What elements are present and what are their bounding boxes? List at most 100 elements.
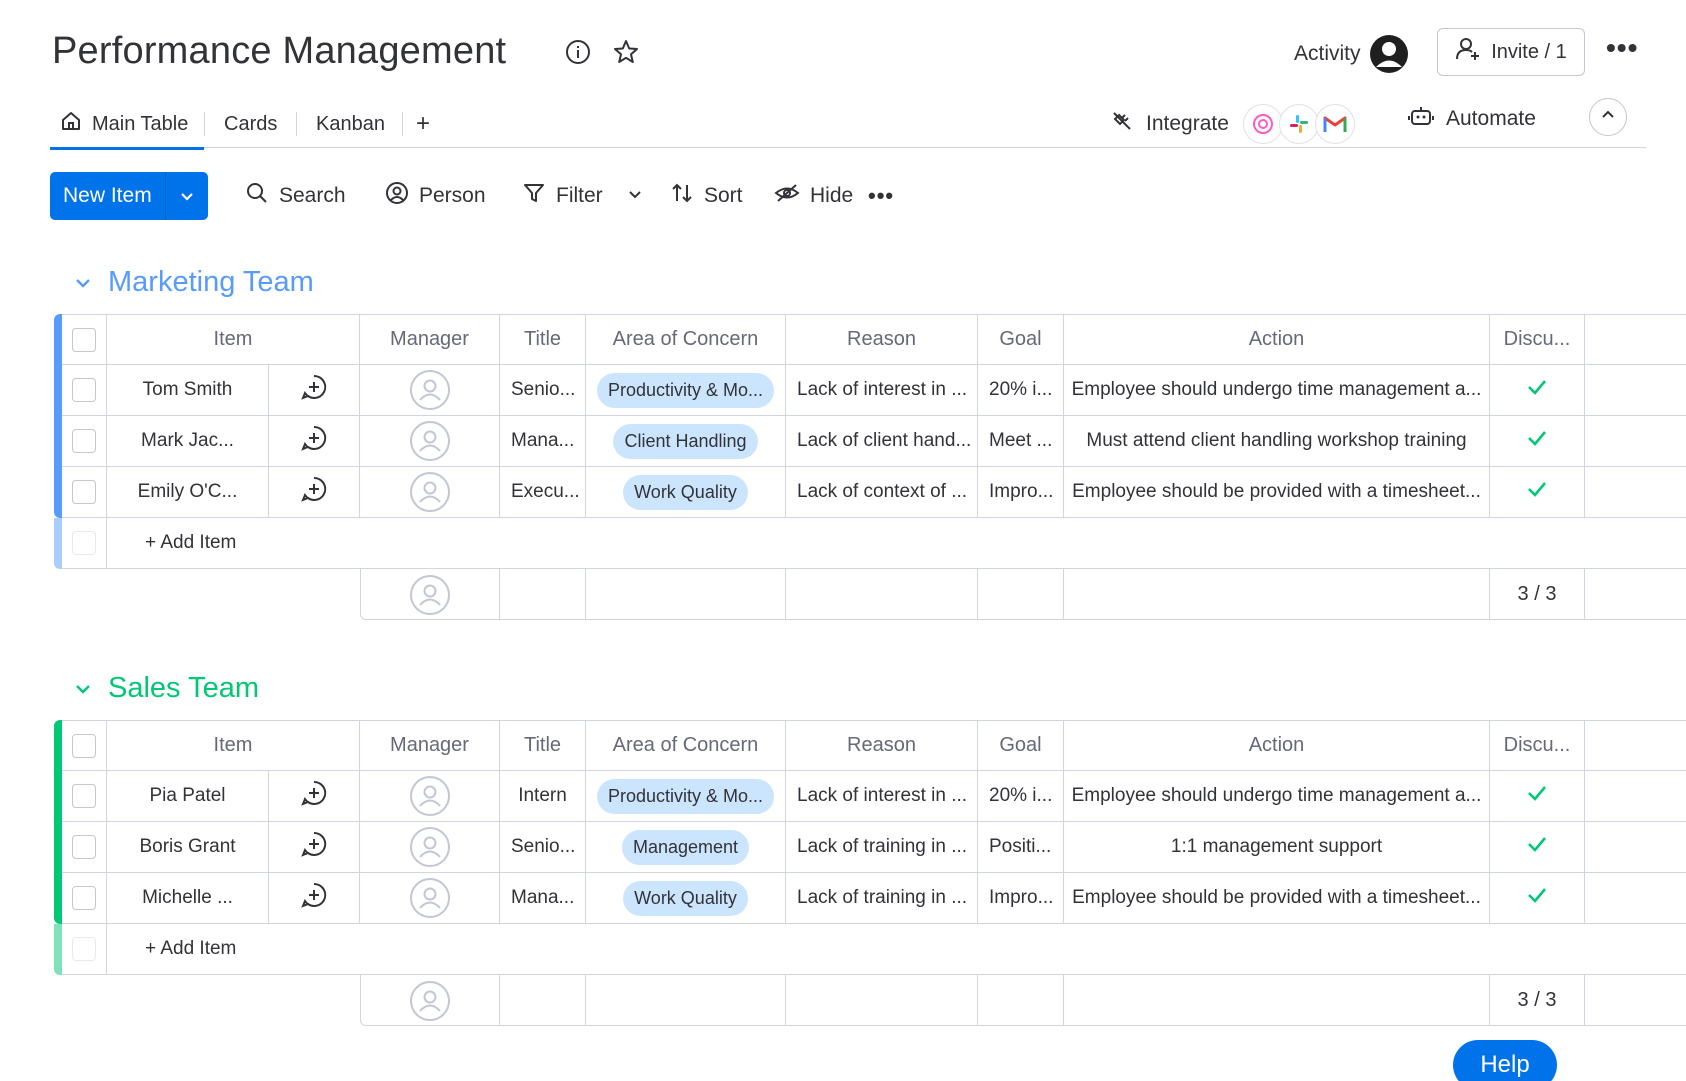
column-header[interactable]: Reason — [786, 314, 978, 365]
row-select-cell[interactable] — [62, 822, 107, 873]
row-select-cell[interactable] — [62, 771, 107, 822]
goal-cell[interactable]: Impro... — [978, 873, 1064, 924]
person-filter-button[interactable]: Person — [385, 172, 486, 220]
area-cell[interactable]: Management — [586, 822, 786, 873]
add-item-row[interactable]: + Add Item — [107, 518, 1686, 569]
manager-cell[interactable] — [360, 467, 500, 518]
goal-cell[interactable]: Meet ... — [978, 416, 1064, 467]
action-cell[interactable]: Employee should be provided with a times… — [1064, 873, 1490, 924]
area-cell[interactable]: Client Handling — [586, 416, 786, 467]
discussed-cell[interactable] — [1490, 771, 1585, 822]
column-header-item[interactable]: Item — [107, 720, 360, 771]
sort-button[interactable]: Sort — [670, 172, 743, 220]
item-name-cell[interactable]: Boris Grant — [107, 822, 269, 873]
action-cell[interactable]: Employee should undergo time management … — [1064, 365, 1490, 416]
row-checkbox[interactable] — [72, 378, 96, 402]
manager-cell[interactable] — [360, 771, 500, 822]
add-update-icon[interactable] — [300, 424, 328, 458]
title-cell[interactable]: Execu... — [500, 467, 586, 518]
person-placeholder-icon[interactable] — [409, 878, 450, 918]
item-updates-cell[interactable] — [269, 771, 360, 822]
person-placeholder-icon[interactable] — [409, 421, 450, 461]
title-cell[interactable]: Mana... — [500, 416, 586, 467]
reason-cell[interactable]: Lack of context of ... — [786, 467, 978, 518]
discussed-cell[interactable] — [1490, 467, 1585, 518]
column-header[interactable]: Reason — [786, 720, 978, 771]
tab-main-table[interactable]: Main Table — [50, 100, 204, 150]
reason-cell[interactable]: Lack of interest in ... — [786, 365, 978, 416]
invite-button[interactable]: Invite / 1 — [1437, 28, 1585, 76]
column-header[interactable]: Action — [1064, 314, 1490, 365]
area-cell[interactable]: Productivity & Mo... — [586, 771, 786, 822]
select-all-cell[interactable] — [62, 314, 107, 365]
title-cell[interactable]: Intern — [500, 771, 586, 822]
row-select-cell[interactable] — [62, 365, 107, 416]
more-toolbar-icon[interactable]: ••• — [868, 172, 894, 220]
column-header[interactable]: Goal — [978, 720, 1064, 771]
column-header[interactable]: Area of Concern — [586, 314, 786, 365]
column-header[interactable]: Goal — [978, 314, 1064, 365]
discussed-cell[interactable] — [1490, 365, 1585, 416]
hide-button[interactable]: Hide — [774, 172, 853, 220]
action-cell[interactable]: Employee should undergo time management … — [1064, 771, 1490, 822]
discussed-cell[interactable] — [1490, 416, 1585, 467]
row-checkbox[interactable] — [72, 784, 96, 808]
area-cell[interactable]: Work Quality — [586, 873, 786, 924]
person-placeholder-icon[interactable] — [409, 776, 450, 816]
row-checkbox[interactable] — [72, 429, 96, 453]
reason-cell[interactable]: Lack of training in ... — [786, 822, 978, 873]
collapse-header-button[interactable] — [1589, 98, 1627, 136]
add-update-icon[interactable] — [300, 373, 328, 407]
title-cell[interactable]: Mana... — [500, 873, 586, 924]
column-header[interactable]: Discu... — [1490, 314, 1585, 365]
item-name-cell[interactable]: Emily O'C... — [107, 467, 269, 518]
item-updates-cell[interactable] — [269, 467, 360, 518]
tab-cards[interactable]: Cards — [224, 100, 277, 148]
row-checkbox[interactable] — [72, 835, 96, 859]
column-header[interactable]: Title — [500, 720, 586, 771]
title-cell[interactable]: Senio... — [500, 822, 586, 873]
column-header[interactable]: Title — [500, 314, 586, 365]
area-cell[interactable]: Work Quality — [586, 467, 786, 518]
column-header[interactable]: Action — [1064, 720, 1490, 771]
add-update-icon[interactable] — [300, 881, 328, 915]
reason-cell[interactable]: Lack of training in ... — [786, 873, 978, 924]
add-view-button[interactable]: + — [416, 100, 430, 148]
select-all-cell[interactable] — [62, 720, 107, 771]
integrate-button[interactable]: Integrate — [1110, 104, 1355, 144]
add-update-icon[interactable] — [300, 830, 328, 864]
reason-cell[interactable]: Lack of client hand... — [786, 416, 978, 467]
new-item-button[interactable]: New Item — [50, 172, 208, 220]
select-all-checkbox[interactable] — [72, 733, 96, 758]
group-title-marketing[interactable]: Marketing Team — [74, 266, 314, 299]
activity-button[interactable]: Activity — [1294, 34, 1409, 74]
action-cell[interactable]: Must attend client handling workshop tra… — [1064, 416, 1490, 467]
person-placeholder-icon[interactable] — [409, 574, 450, 615]
column-header[interactable]: Manager — [360, 314, 500, 365]
column-header[interactable]: Discu... — [1490, 720, 1585, 771]
person-placeholder-icon[interactable] — [409, 827, 450, 867]
person-placeholder-icon[interactable] — [409, 472, 450, 512]
select-all-checkbox[interactable] — [72, 327, 96, 352]
column-header[interactable]: Manager — [360, 720, 500, 771]
star-icon[interactable] — [612, 38, 640, 66]
chevron-down-icon[interactable] — [627, 184, 643, 208]
item-name-cell[interactable]: Pia Patel — [107, 771, 269, 822]
row-select-cell[interactable] — [62, 873, 107, 924]
item-updates-cell[interactable] — [269, 416, 360, 467]
item-name-cell[interactable]: Tom Smith — [107, 365, 269, 416]
row-select-cell[interactable] — [62, 416, 107, 467]
item-name-cell[interactable]: Michelle ... — [107, 873, 269, 924]
goal-cell[interactable]: Impro... — [978, 467, 1064, 518]
item-updates-cell[interactable] — [269, 822, 360, 873]
discussed-cell[interactable] — [1490, 822, 1585, 873]
row-select-cell[interactable] — [62, 467, 107, 518]
item-name-cell[interactable]: Mark Jac... — [107, 416, 269, 467]
person-placeholder-icon[interactable] — [409, 980, 450, 1021]
automate-button[interactable]: Automate — [1408, 104, 1536, 134]
chevron-down-icon[interactable] — [166, 172, 208, 220]
goal-cell[interactable]: 20% i... — [978, 365, 1064, 416]
column-header[interactable]: Area of Concern — [586, 720, 786, 771]
group-title-sales[interactable]: Sales Team — [74, 672, 259, 705]
manager-cell[interactable] — [360, 873, 500, 924]
